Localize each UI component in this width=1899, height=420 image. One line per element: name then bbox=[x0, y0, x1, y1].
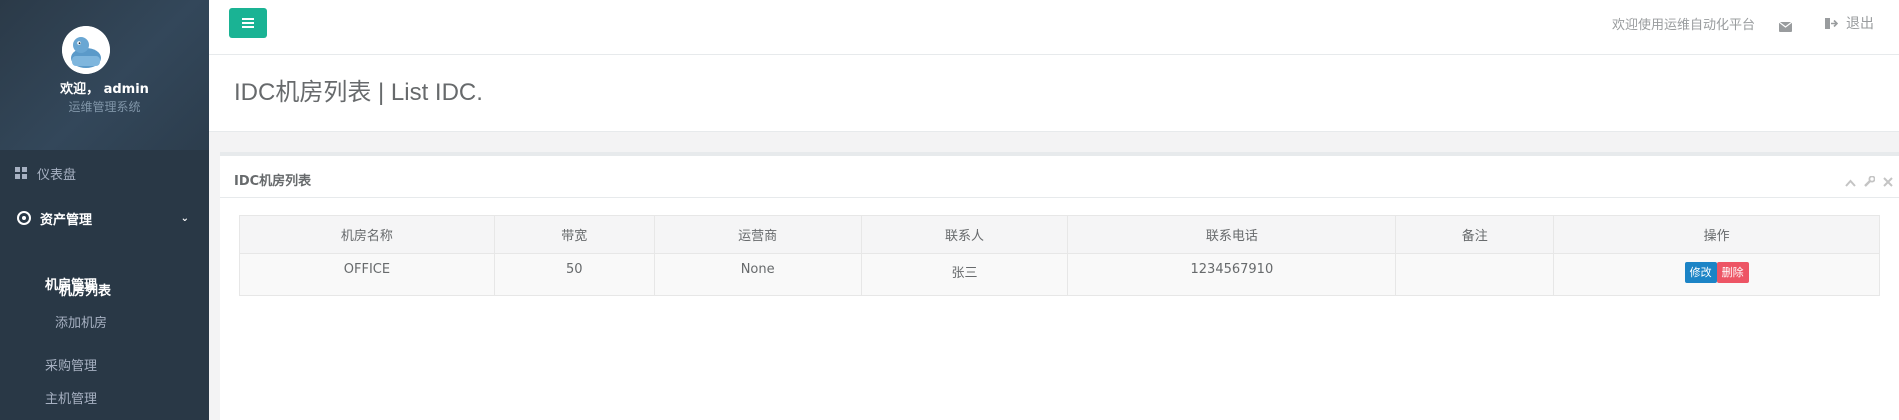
collapse-icon[interactable] bbox=[1845, 172, 1856, 191]
panel-header: IDC机房列表 bbox=[220, 152, 1899, 198]
profile-panel: 欢迎， admin 运维管理系统 bbox=[0, 0, 209, 150]
logout-label: 退出 bbox=[1846, 16, 1874, 32]
top-navbar: 欢迎使用运维自动化平台 退出 bbox=[209, 0, 1899, 55]
avatar[interactable] bbox=[62, 26, 110, 74]
edit-button[interactable]: 修改 bbox=[1684, 262, 1717, 283]
sidebar-toggle-button[interactable] bbox=[229, 8, 267, 38]
table-row: OFFICE 50 None 张三 1234567910 修改 删除 bbox=[239, 253, 1880, 296]
page-title: IDC机房列表 | List IDC. bbox=[234, 79, 483, 106]
cell-name: OFFICE bbox=[239, 253, 495, 296]
sidebar-item-label: 采购管理 bbox=[45, 358, 98, 374]
sidebar-item-label: 主机管理 bbox=[45, 391, 98, 407]
sign-out-icon bbox=[1825, 17, 1838, 29]
sidebar-item-label: 资产管理 bbox=[40, 212, 93, 228]
idc-table: 机房名称 带宽 运营商 联系人 联系电话 备注 操作 OFFICE 50 Non… bbox=[239, 215, 1880, 296]
sidebar-item-dashboard[interactable]: 仪表盘 bbox=[0, 150, 209, 196]
sidebar-item-assets[interactable]: 资产管理 ⌄ bbox=[0, 196, 209, 240]
cell-bandwidth: 50 bbox=[493, 253, 655, 296]
sidebar-item-purchase[interactable]: 采购管理 ‹ bbox=[0, 349, 209, 379]
platform-welcome-text: 欢迎使用运维自动化平台 bbox=[1611, 18, 1755, 33]
column-header: 备注 bbox=[1395, 215, 1555, 254]
system-subtitle: 运维管理系统 bbox=[68, 100, 141, 114]
logout-link[interactable]: 退出 bbox=[1825, 13, 1874, 33]
sidebar: 欢迎， admin 运维管理系统 仪表盘 资产管理 ⌄ 机房管理 ⌄ 机房列表 … bbox=[0, 0, 209, 420]
column-header: 操作 bbox=[1553, 215, 1880, 254]
panel-title: IDC机房列表 bbox=[234, 174, 312, 189]
column-header: 带宽 bbox=[493, 215, 655, 254]
cell-operator: None bbox=[653, 253, 862, 296]
welcome-text: 欢迎， admin bbox=[60, 82, 149, 97]
column-header: 机房名称 bbox=[239, 215, 495, 254]
panel-tools bbox=[1845, 172, 1893, 191]
sidebar-item-label: 添加机房 bbox=[55, 315, 108, 331]
cell-phone: 1234567910 bbox=[1067, 253, 1397, 296]
envelope-icon[interactable] bbox=[1778, 17, 1793, 36]
rebel-icon bbox=[16, 210, 32, 226]
cell-contact: 张三 bbox=[860, 253, 1069, 296]
sidebar-item-add-idc[interactable]: 添加机房 bbox=[0, 306, 209, 336]
delete-button[interactable]: 删除 bbox=[1716, 262, 1749, 283]
dashboard-icon bbox=[13, 165, 29, 181]
table-header-row: 机房名称 带宽 运营商 联系人 联系电话 备注 操作 bbox=[239, 215, 1880, 254]
cell-remark bbox=[1395, 253, 1555, 296]
sidebar-item-host[interactable]: 主机管理 ‹ bbox=[0, 382, 209, 412]
close-icon[interactable] bbox=[1883, 172, 1893, 191]
sidebar-item-label: 机房列表 bbox=[59, 283, 112, 299]
chevron-down-icon: ⌄ bbox=[180, 212, 189, 224]
page-heading: IDC机房列表 | List IDC. bbox=[209, 55, 1899, 132]
column-header: 运营商 bbox=[653, 215, 862, 254]
sidebar-item-label: 仪表盘 bbox=[37, 167, 77, 183]
column-header: 联系电话 bbox=[1067, 215, 1397, 254]
cell-actions: 修改 删除 bbox=[1553, 253, 1880, 296]
wrench-icon[interactable] bbox=[1864, 172, 1876, 191]
sidebar-item-idc-list-label[interactable]: 机房列表 bbox=[0, 274, 209, 304]
bars-icon bbox=[242, 18, 254, 28]
idc-list-panel: IDC机房列表 机房名称 带宽 运营商 联系人 联系电话 备注 操作 OFFIC… bbox=[220, 152, 1899, 420]
column-header: 联系人 bbox=[860, 215, 1069, 254]
